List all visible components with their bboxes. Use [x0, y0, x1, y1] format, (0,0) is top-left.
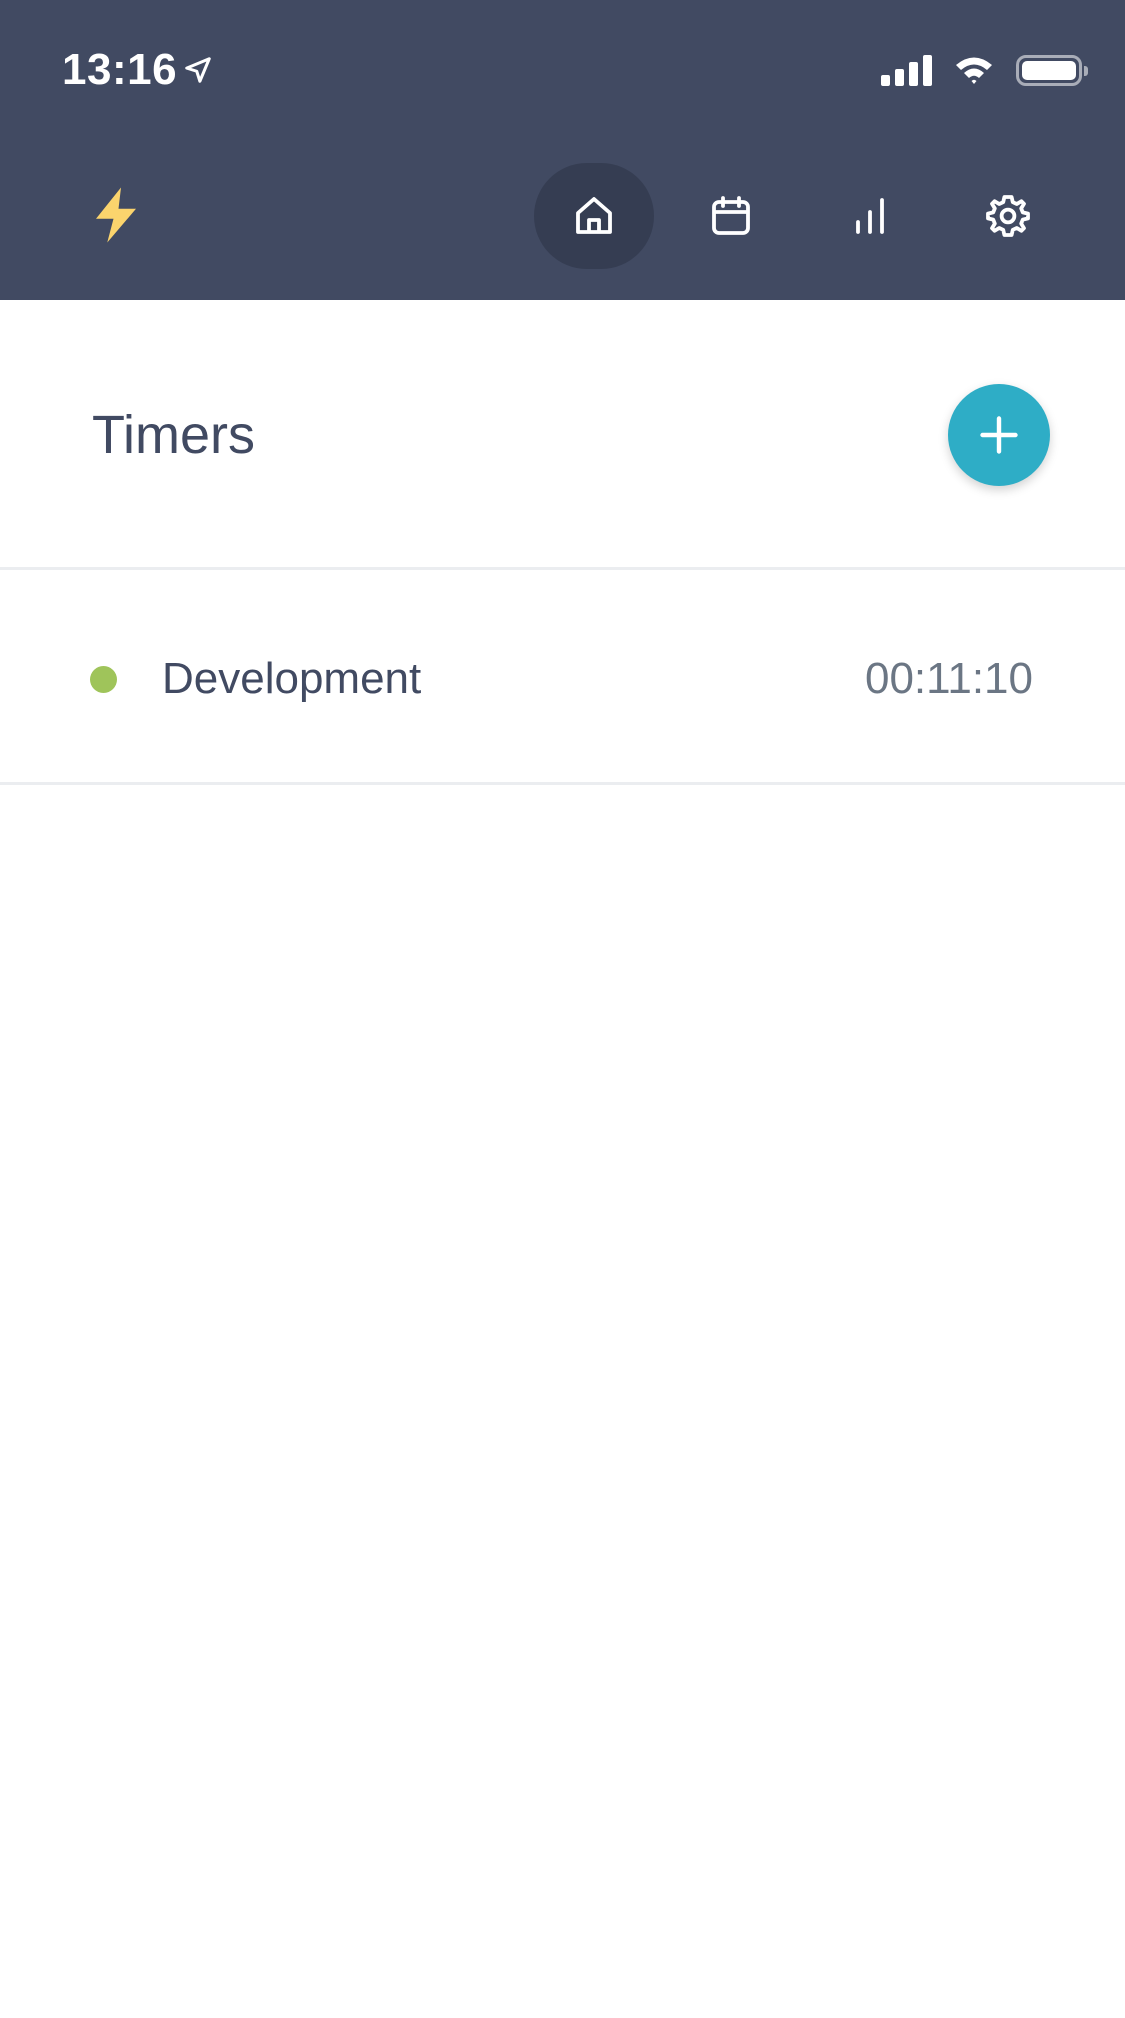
timer-color-dot [90, 666, 117, 693]
cellular-signal-icon [881, 54, 932, 86]
timer-name: Development [162, 654, 422, 703]
bar-chart-icon [856, 198, 884, 234]
calendar-icon [712, 196, 750, 235]
page-title: Timers [92, 405, 255, 465]
tab-home[interactable] [534, 163, 654, 269]
status-indicators [881, 50, 1088, 90]
timer-row[interactable]: Development 00:11:10 [0, 570, 1125, 785]
add-timer-button[interactable] [948, 384, 1050, 486]
tab-stats[interactable] [810, 163, 930, 269]
home-icon [576, 197, 612, 234]
timers-header: Timers [0, 300, 1125, 570]
status-time: 13:16 [62, 44, 213, 96]
wifi-icon [956, 57, 992, 84]
location-arrow-icon [185, 57, 211, 83]
plus-icon [980, 416, 1018, 454]
timer-duration: 00:11:10 [864, 654, 1033, 703]
gear-icon [986, 195, 1030, 237]
app-header: 13:16 [0, 0, 1125, 300]
lightning-bolt-icon [96, 187, 136, 243]
tab-calendar[interactable] [671, 163, 791, 269]
status-time-text: 13:16 [62, 45, 178, 94]
battery-icon [1016, 54, 1088, 86]
tab-settings[interactable] [948, 163, 1068, 269]
